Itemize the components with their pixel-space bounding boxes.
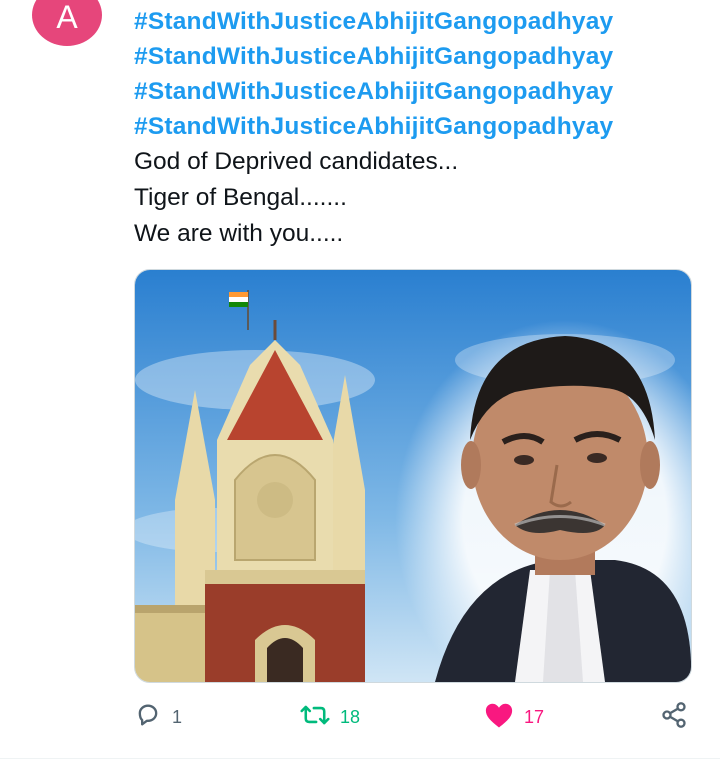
avatar[interactable]: A <box>32 0 102 46</box>
reply-count: 1 <box>172 706 183 727</box>
tweet-line: We are with you..... <box>134 220 344 247</box>
avatar-letter: A <box>56 0 78 35</box>
tweet-text: #StandWithJusticeAbhijitGangopadhyay #St… <box>134 4 704 252</box>
reply-button[interactable]: 1 <box>134 694 182 740</box>
tweet-photo <box>135 270 691 682</box>
retweet-icon <box>300 701 330 734</box>
like-count: 17 <box>524 706 545 727</box>
heart-icon <box>484 701 514 734</box>
tweet-media[interactable] <box>134 269 692 683</box>
tweet-line: God of Deprived candidates... <box>134 148 459 175</box>
share-button[interactable] <box>660 694 688 740</box>
retweet-button[interactable]: 18 <box>300 694 360 740</box>
hashtag-link[interactable]: #StandWithJusticeAbhijitGangopadhyay <box>134 74 704 109</box>
reply-icon <box>134 701 162 734</box>
hashtag-link[interactable]: #StandWithJusticeAbhijitGangopadhyay <box>134 4 704 39</box>
tweet-actions: 1 18 17 <box>0 694 720 740</box>
hashtag-link[interactable]: #StandWithJusticeAbhijitGangopadhyay <box>134 109 704 144</box>
like-button[interactable]: 17 <box>484 694 544 740</box>
share-icon <box>660 701 688 734</box>
retweet-count: 18 <box>340 706 361 727</box>
tweet-line: Tiger of Bengal....... <box>134 184 347 211</box>
hashtag-link[interactable]: #StandWithJusticeAbhijitGangopadhyay <box>134 39 704 74</box>
divider <box>0 758 720 759</box>
